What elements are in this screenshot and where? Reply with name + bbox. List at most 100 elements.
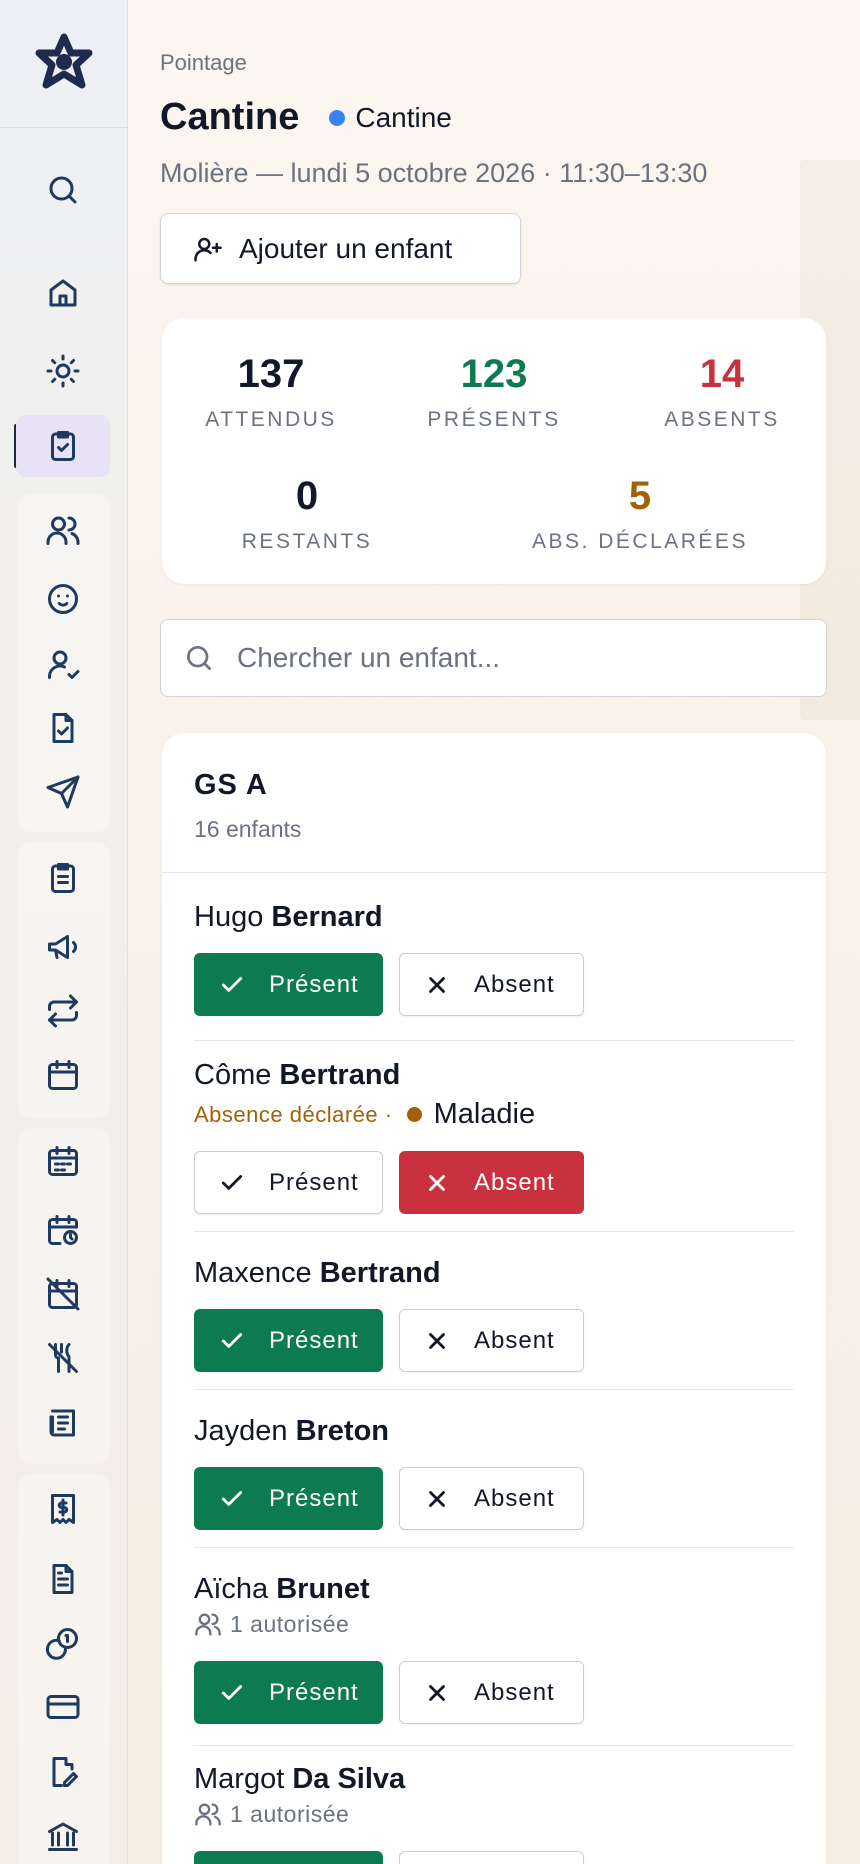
child-first-name: Aïcha: [194, 1573, 269, 1605]
stat-absent-label: ABSENTS: [664, 408, 780, 431]
child-last-name: Bertrand: [279, 1059, 401, 1091]
newspaper-icon[interactable]: [16, 1392, 110, 1454]
user-check-icon[interactable]: [16, 633, 110, 695]
stat-remaining-label: RESTANTS: [241, 530, 373, 553]
row-divider: [194, 1389, 794, 1390]
users-icon: [195, 1613, 221, 1636]
absent-button[interactable]: Absent: [399, 1661, 584, 1724]
repeat-icon[interactable]: [16, 980, 110, 1042]
present-button[interactable]: Présent: [194, 1661, 383, 1724]
stat-expected-value: 137: [237, 352, 305, 396]
add-child-button[interactable]: Ajouter un enfant: [160, 213, 521, 284]
authorized-pickup-label: 1 autorisée: [230, 1800, 350, 1827]
stat-absent-value: 14: [699, 352, 745, 396]
file-edit-icon[interactable]: [16, 1741, 110, 1803]
attendance-icon[interactable]: [16, 415, 110, 477]
group-count: 16 enfants: [194, 816, 302, 842]
absent-button[interactable]: Absent: [399, 953, 584, 1016]
child-last-name: Da Silva: [292, 1763, 406, 1795]
calendar-days-icon[interactable]: [16, 1130, 110, 1192]
absent-button-label: Absent: [474, 1326, 555, 1354]
present-button[interactable]: Présent: [194, 1151, 383, 1214]
add-child-label: Ajouter un enfant: [239, 232, 453, 264]
calendar-icon[interactable]: [16, 1044, 110, 1106]
stat-declared-value: 5: [628, 474, 652, 518]
row-divider: [194, 1547, 794, 1548]
bank-icon[interactable]: [16, 1805, 110, 1864]
child-name: Aïcha Brunet: [194, 1573, 794, 1606]
absent-button[interactable]: Absent: [399, 1309, 584, 1372]
stat-present-value: 123: [460, 352, 528, 396]
present-button[interactable]: Présent: [194, 1851, 383, 1864]
search-input[interactable]: [237, 642, 797, 674]
absent-button[interactable]: Absent: [399, 1151, 584, 1214]
declared-dot: [406, 1107, 422, 1122]
absent-button-label: Absent: [474, 1168, 555, 1196]
child-row: Jayden Breton Présent Absent: [194, 1415, 794, 1548]
stat-declared-label: ABS. DÉCLARÉES: [532, 530, 748, 553]
stat-present-label: PRÉSENTS: [427, 408, 561, 431]
row-divider: [194, 1745, 794, 1746]
row-divider: [194, 1231, 794, 1232]
credit-card-icon[interactable]: [16, 1676, 110, 1738]
stat-expected-label: ATTENDUS: [205, 408, 337, 431]
send-icon[interactable]: [16, 761, 110, 823]
attendance-buttons: Présent Absent: [194, 1467, 584, 1530]
present-button-label: Présent: [269, 1168, 359, 1196]
absent-button-label: Absent: [474, 970, 555, 998]
home-icon[interactable]: [16, 262, 110, 324]
check-icon: [221, 1684, 243, 1700]
present-button[interactable]: Présent: [194, 1467, 383, 1530]
child-name: Côme Bertrand: [194, 1059, 794, 1092]
close-icon: [429, 1174, 445, 1191]
present-button[interactable]: Présent: [194, 1309, 383, 1372]
user-plus-icon: [194, 237, 222, 261]
authorized-pickup-label: 1 autorisée: [230, 1610, 350, 1637]
calendar-clock-icon[interactable]: [16, 1199, 110, 1261]
child-first-name: Margot: [194, 1763, 285, 1795]
group-card: GS A 16 enfants Hugo Bernard Présent Abs…: [162, 733, 826, 1864]
stat-remaining-value: 0: [295, 474, 319, 518]
attendance-buttons: Présent Absent: [194, 1851, 584, 1864]
coins-icon[interactable]: [16, 1612, 110, 1674]
absent-button[interactable]: Absent: [399, 1467, 584, 1530]
clipboard-list-icon[interactable]: [16, 847, 110, 909]
sidebar: [0, 0, 128, 1864]
present-button-label: Présent: [269, 1678, 359, 1706]
search-icon[interactable]: [16, 159, 110, 221]
logo-icon: [35, 33, 93, 88]
search-box: [160, 619, 827, 697]
close-icon: [429, 1684, 445, 1701]
file-check-icon[interactable]: [16, 697, 110, 759]
group-name: GS A: [194, 769, 268, 801]
child-name: Hugo Bernard: [194, 901, 794, 934]
utensils-off-icon[interactable]: [16, 1327, 110, 1389]
present-button-label: Présent: [269, 1326, 359, 1354]
baby-icon[interactable]: [16, 568, 110, 630]
users-icon[interactable]: [16, 499, 110, 561]
app-logo[interactable]: [0, 0, 128, 128]
absent-button-label: Absent: [474, 1678, 555, 1706]
stat-expected: 137 ATTENDUS: [202, 354, 340, 432]
calendar-off-icon[interactable]: [16, 1263, 110, 1325]
child-last-name: Bernard: [271, 901, 383, 933]
stat-absent: 14 ABSENTS: [656, 354, 788, 432]
authorized-pickup: 1 autorisée: [194, 1800, 794, 1828]
child-row: Hugo Bernard Présent Absent: [194, 901, 794, 1041]
megaphone-icon[interactable]: [16, 916, 110, 978]
sun-icon[interactable]: [16, 340, 110, 402]
search-icon: [187, 646, 211, 670]
group-header: GS A 16 enfants: [162, 733, 826, 873]
child-last-name: Breton: [295, 1415, 390, 1447]
close-icon: [429, 1490, 445, 1507]
present-button[interactable]: Présent: [194, 953, 383, 1016]
title-row: Cantine Cantine: [160, 96, 452, 139]
receipt-icon[interactable]: [16, 1478, 110, 1540]
declared-absence: Absence déclarée · Maladie: [194, 1098, 794, 1131]
child-first-name: Maxence: [194, 1257, 312, 1289]
check-icon: [221, 1174, 243, 1190]
absent-button[interactable]: Absent: [399, 1851, 584, 1864]
child-row: Margot Da Silva 1 autorisée Présent Abse…: [194, 1763, 794, 1864]
activity-chip-label: Cantine: [355, 101, 452, 133]
file-text-icon[interactable]: [16, 1548, 110, 1610]
